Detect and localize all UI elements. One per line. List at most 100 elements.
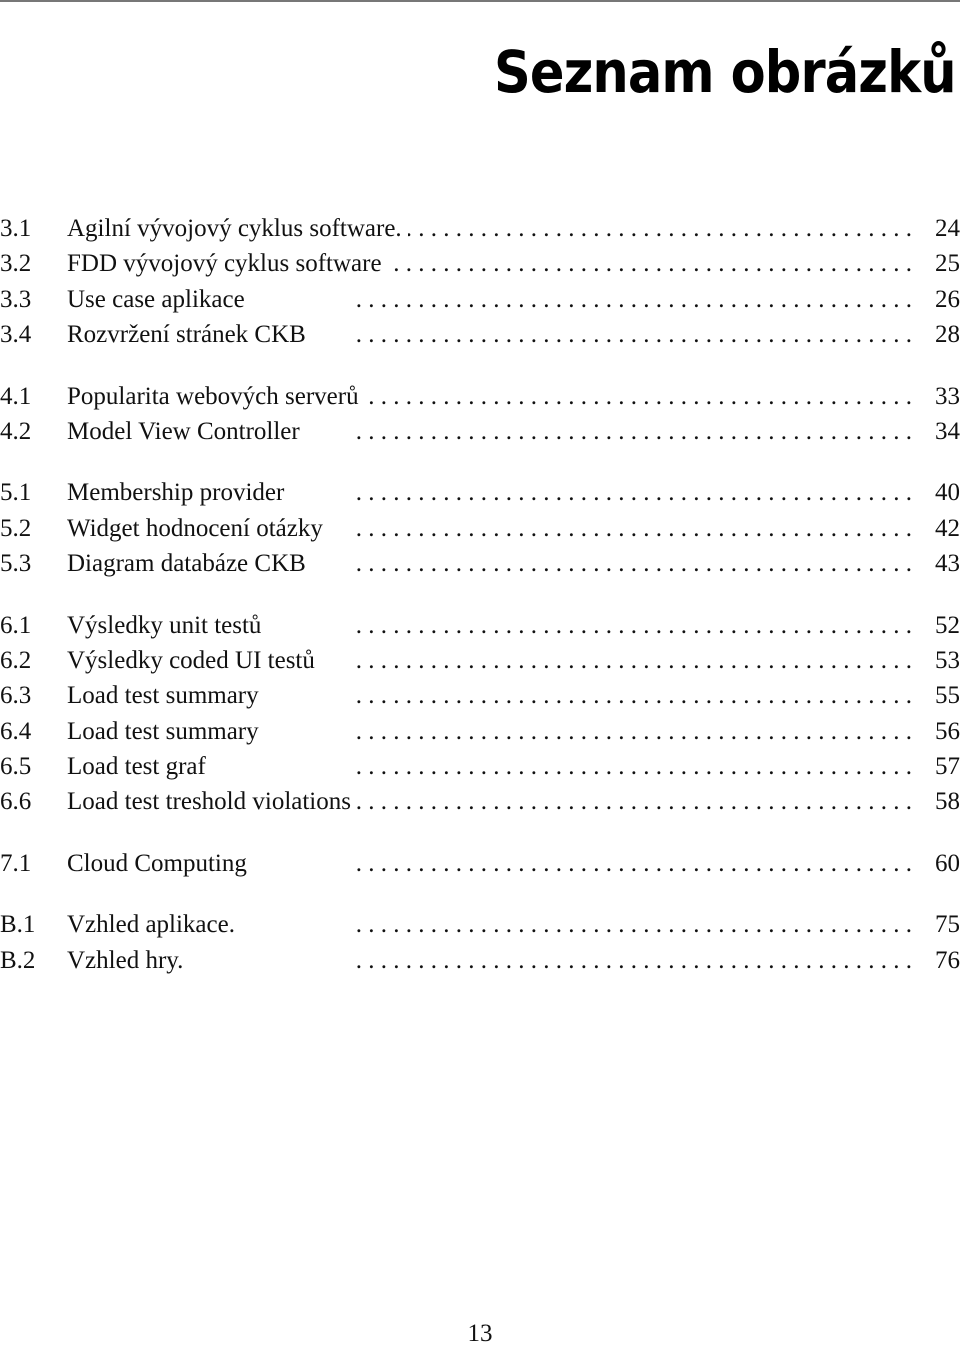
dot-leader: . . . . . . . . . . . . . . . . . . . . … <box>355 611 912 639</box>
figure-page-number: 58 <box>935 788 960 816</box>
dot-leader: . . . . . . . . . . . . . . . . . . . . … <box>355 753 912 781</box>
figure-title: Use case aplikace <box>67 285 245 313</box>
figure-title: FDD vývojový cyklus software <box>67 250 382 278</box>
figure-entry[interactable]: B.2 Vzhled hry. . . . . . . . . . . . . .… <box>0 943 960 978</box>
figure-group: 5.1 Membership provider . . . . . . . . .… <box>0 475 960 581</box>
page-number: 13 <box>467 1320 493 1347</box>
figure-entry[interactable]: 4.2 Model View Controller . . . . . . . .… <box>0 414 960 449</box>
figure-number: 3.4 <box>0 321 32 349</box>
figure-group: B.1 Vzhled aplikace. . . . . . . . . . . … <box>0 907 960 978</box>
figure-number: 5.2 <box>0 514 32 542</box>
figure-entry[interactable]: 4.1 Popularita webových serverů . . . . .… <box>0 379 960 414</box>
figure-title: Diagram databáze CKB <box>67 550 306 578</box>
figure-page-number: 40 <box>935 479 960 507</box>
figure-entry[interactable]: 5.3 Diagram databáze CKB . . . . . . . . … <box>0 546 960 581</box>
dot-leader: . . . . . . . . . . . . . . . . . . . . … <box>364 382 912 410</box>
figure-title: Load test treshold violations <box>67 788 351 816</box>
figure-number: 7.1 <box>0 849 32 877</box>
figure-title: Vzhled hry. <box>67 946 184 974</box>
figure-title: Membership provider <box>67 479 285 507</box>
figure-page-number: 25 <box>935 250 960 278</box>
figure-page-number: 76 <box>935 946 960 974</box>
dot-leader: . . . . . . . . . . . . . . . . . . . . … <box>355 911 912 939</box>
dot-leader: . . . . . . . . . . . . . . . . . . . . … <box>355 285 912 313</box>
figure-page-number: 75 <box>935 911 960 939</box>
figure-page-number: 43 <box>935 550 960 578</box>
figure-title: Agilní vývojový cyklus software. <box>67 215 402 242</box>
dot-leader: . . . . . . . . . . . . . . . . . . . . … <box>356 788 912 816</box>
dot-leader: . . . . . . . . . . . . . . . . . . . . … <box>355 946 912 974</box>
dot-leader: . . . . . . . . . . . . . . . . . . . . … <box>355 417 912 445</box>
dot-leader: . . . . . . . . . . . . . . . . . . . . … <box>387 250 912 278</box>
dot-leader: . . . . . . . . . . . . . . . . . . . . … <box>407 215 912 242</box>
figure-entry[interactable]: 6.5 Load test graf . . . . . . . . . . . … <box>0 749 960 784</box>
figure-number: B.1 <box>0 911 36 939</box>
dot-leader: . . . . . . . . . . . . . . . . . . . . … <box>355 550 912 578</box>
figure-number: 6.5 <box>0 753 32 781</box>
figure-number: 4.2 <box>0 417 32 445</box>
figure-page-number: 28 <box>935 321 960 349</box>
dot-leader: . . . . . . . . . . . . . . . . . . . . … <box>355 717 912 745</box>
figure-number: 3.2 <box>0 250 32 278</box>
figure-number: 4.1 <box>0 382 32 410</box>
figure-number: 6.4 <box>0 717 32 745</box>
figure-title: Load test graf <box>67 753 206 781</box>
figure-title: Rozvržení stránek CKB <box>67 321 306 349</box>
figure-entry[interactable]: 5.2 Widget hodnocení otázky . . . . . . .… <box>0 511 960 546</box>
figure-page-number: 55 <box>935 682 960 710</box>
figure-entry[interactable]: B.1 Vzhled aplikace. . . . . . . . . . . … <box>0 907 960 942</box>
figure-page-number: 34 <box>935 417 960 445</box>
dot-leader: . . . . . . . . . . . . . . . . . . . . … <box>355 646 912 674</box>
figure-title: Load test summary <box>67 717 259 745</box>
figure-page-number: 42 <box>935 514 960 542</box>
figure-entry[interactable]: 7.1 Cloud Computing . . . . . . . . . . .… <box>0 846 960 881</box>
figure-number: 3.3 <box>0 285 32 313</box>
figure-number: B.2 <box>0 946 36 974</box>
page-title: Seznam obrázků <box>494 38 957 106</box>
figure-page-number: 33 <box>935 382 960 410</box>
figure-title: Model View Controller <box>67 417 300 445</box>
dot-leader: . . . . . . . . . . . . . . . . . . . . … <box>355 849 912 877</box>
figure-number: 3.1 <box>0 215 32 242</box>
figure-group: 7.1 Cloud Computing . . . . . . . . . . .… <box>0 846 960 881</box>
figure-page-number: 57 <box>935 753 960 781</box>
figure-group: 6.1 Výsledky unit testů . . . . . . . . .… <box>0 608 960 820</box>
figure-number: 5.3 <box>0 550 32 578</box>
figure-entry[interactable]: 3.1 Agilní vývojový cyklus software. . . … <box>0 211 960 246</box>
dot-leader: . . . . . . . . . . . . . . . . . . . . … <box>355 514 912 542</box>
figure-page-number: 26 <box>935 285 960 313</box>
figure-title: Cloud Computing <box>67 849 247 877</box>
figure-title: Load test summary <box>67 682 259 710</box>
figure-entry[interactable]: 5.1 Membership provider . . . . . . . . .… <box>0 475 960 510</box>
list-of-figures: 3.1 Agilní vývojový cyklus software. . . … <box>0 211 960 1004</box>
figure-group: 3.1 Agilní vývojový cyklus software. . . … <box>0 211 960 353</box>
figure-number: 5.1 <box>0 479 32 507</box>
figure-number: 6.1 <box>0 611 32 639</box>
figure-entry[interactable]: 6.1 Výsledky unit testů . . . . . . . . .… <box>0 608 960 643</box>
figure-title: Výsledky coded UI testů <box>67 646 315 674</box>
figure-title: Výsledky unit testů <box>67 611 262 639</box>
dot-leader: . . . . . . . . . . . . . . . . . . . . … <box>355 479 912 507</box>
figure-page-number: 24 <box>935 215 960 242</box>
figure-title: Widget hodnocení otázky <box>67 514 323 542</box>
figure-number: 6.2 <box>0 646 32 674</box>
figure-entry[interactable]: 3.2 FDD vývojový cyklus software . . . . … <box>0 246 960 281</box>
dot-leader: . . . . . . . . . . . . . . . . . . . . … <box>355 682 912 710</box>
figure-page-number: 52 <box>935 611 960 639</box>
figure-page-number: 53 <box>935 646 960 674</box>
figure-page-number: 56 <box>935 717 960 745</box>
figure-entry[interactable]: 6.3 Load test summary . . . . . . . . . .… <box>0 678 960 713</box>
top-rule <box>0 0 960 2</box>
figure-title: Vzhled aplikace. <box>67 911 235 939</box>
figure-number: 6.3 <box>0 682 32 710</box>
figure-group: 4.1 Popularita webových serverů . . . . .… <box>0 379 960 450</box>
figure-entry[interactable]: 6.2 Výsledky coded UI testů . . . . . . .… <box>0 643 960 678</box>
figure-entry[interactable]: 6.6 Load test treshold violations . . . .… <box>0 784 960 819</box>
figure-entry[interactable]: 6.4 Load test summary . . . . . . . . . .… <box>0 714 960 749</box>
figure-entry[interactable]: 3.4 Rozvržení stránek CKB . . . . . . . .… <box>0 317 960 352</box>
figure-number: 6.6 <box>0 788 32 816</box>
figure-entry[interactable]: 3.3 Use case aplikace . . . . . . . . . .… <box>0 282 960 317</box>
dot-leader: . . . . . . . . . . . . . . . . . . . . … <box>355 321 912 349</box>
figure-page-number: 60 <box>935 849 960 877</box>
figure-title: Popularita webových serverů <box>67 382 359 410</box>
